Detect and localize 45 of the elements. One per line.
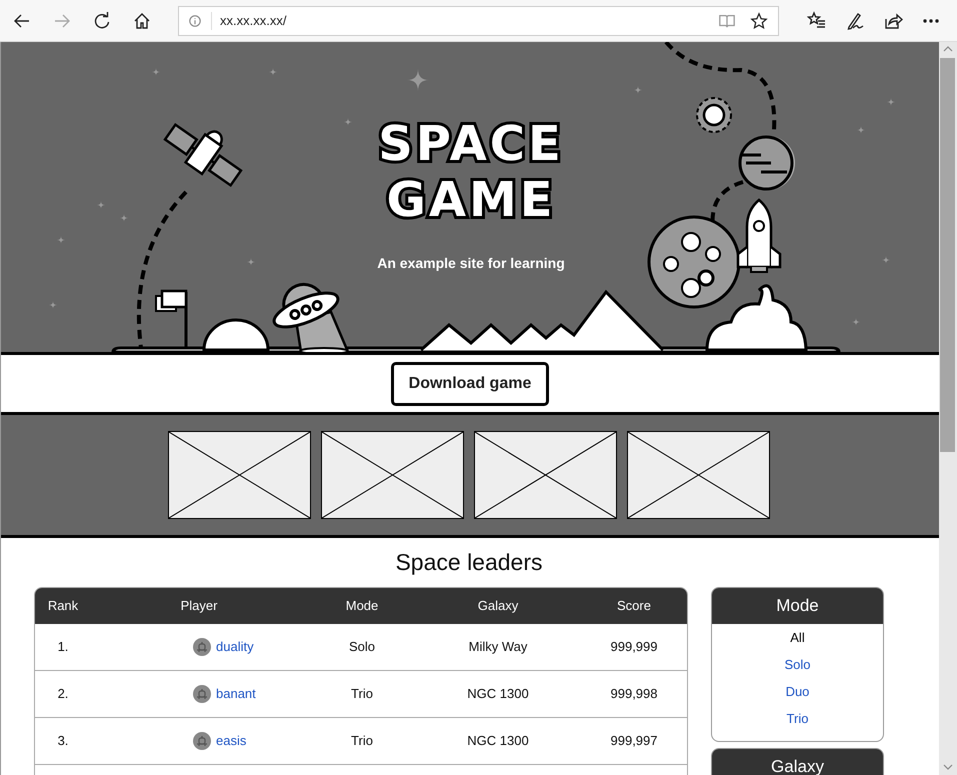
filter-option[interactable]: Trio: [786, 710, 808, 727]
address-bar[interactable]: xx.xx.xx.xx/: [178, 6, 779, 36]
column-header: Rank: [46, 597, 80, 616]
title-text: SPACE: [378, 116, 564, 172]
column-header: Galaxy: [476, 597, 520, 616]
table-cell-text: Solo: [348, 638, 376, 656]
player-link[interactable]: duality: [216, 637, 254, 657]
player-link[interactable]: easis: [216, 731, 246, 751]
favorites-icon[interactable]: [807, 10, 827, 30]
table-cell-text: 999,997: [610, 732, 658, 750]
avatar-icon: [193, 638, 211, 656]
info-icon: [187, 12, 203, 28]
scroll-up-icon[interactable]: [943, 45, 953, 53]
avatar-icon: [193, 732, 211, 750]
title-text: GAME: [386, 172, 556, 228]
table-cell-text: 2.: [56, 685, 70, 704]
table-cell-text: 3.: [56, 732, 70, 750]
filter-option[interactable]: Solo: [784, 656, 811, 673]
star-icon[interactable]: [750, 12, 768, 30]
scrollbar-thumb[interactable]: [940, 58, 955, 452]
pen-icon[interactable]: [845, 10, 865, 30]
column-header: Player: [180, 597, 218, 616]
table-cell-text: 999,998: [610, 685, 658, 704]
table-cell-text: 999,999: [610, 638, 658, 656]
column-header: Score: [616, 597, 652, 616]
table-cell-text: Trio: [350, 732, 374, 750]
subtitle: An example site for learning: [376, 254, 566, 273]
table-cell-text: NGC 1300: [466, 685, 530, 704]
table-cell-text: Milky Way: [468, 638, 528, 656]
home-icon[interactable]: [132, 10, 152, 30]
table-cell-text: Trio: [350, 685, 374, 704]
column-header: Mode: [344, 597, 380, 616]
filter-title: Mode: [712, 588, 883, 624]
player-link[interactable]: banant: [216, 684, 256, 704]
filter-option[interactable]: All: [790, 629, 805, 646]
scrollbar[interactable]: [939, 42, 957, 775]
scroll-down-icon[interactable]: [943, 763, 953, 771]
avatar-icon: [193, 685, 211, 703]
section-title: Space leaders: [394, 548, 544, 577]
refresh-icon[interactable]: [92, 10, 112, 30]
table-cell-text: 1.: [56, 638, 70, 656]
url-text: xx.xx.xx.xx/: [220, 12, 288, 30]
download-button[interactable]: Download game: [390, 362, 550, 406]
table-cell-text: NGC 1300: [466, 732, 530, 750]
filter-option[interactable]: Duo: [786, 683, 810, 700]
